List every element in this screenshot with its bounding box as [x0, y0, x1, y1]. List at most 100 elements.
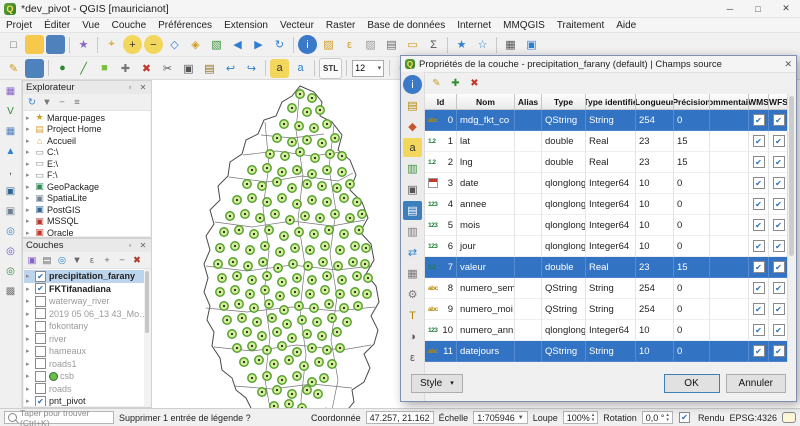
- layer-item-roads[interactable]: ▸roads: [24, 383, 150, 396]
- layer-visibility-checkbox[interactable]: [35, 396, 46, 406]
- wms-checkbox[interactable]: ✔: [753, 261, 765, 273]
- zoom-next-icon[interactable]: ▶: [249, 35, 268, 54]
- menu-vue[interactable]: Vue: [76, 20, 105, 31]
- open-attribute-table-icon[interactable]: ▤: [382, 35, 401, 54]
- locator-search-input[interactable]: Taper pour trouver (Ctrl+K): [4, 411, 114, 424]
- menu-base-de-donn-es[interactable]: Base de données: [361, 20, 451, 31]
- browser-item-project-home[interactable]: ▸▤Project Home: [24, 124, 150, 136]
- menu-internet[interactable]: Internet: [451, 20, 497, 31]
- deselect-features-icon[interactable]: ▨: [361, 35, 380, 54]
- add-vector-layer-icon[interactable]: V: [2, 103, 19, 120]
- zoom-to-layer-icon[interactable]: ▧: [207, 35, 226, 54]
- zoom-last-icon[interactable]: ◀: [228, 35, 247, 54]
- save-layer-edits-icon[interactable]: [25, 59, 44, 78]
- field-row-date[interactable]: 3dateqlonglongInteger64100✔✔: [425, 173, 789, 194]
- field-row-numero-ann[interactable]: 12310numero_annqlonglongInteger64100✔✔: [425, 320, 789, 341]
- select-by-expression-icon[interactable]: ε: [340, 35, 359, 54]
- expand-arrow-icon[interactable]: ▸: [26, 297, 34, 305]
- expand-arrow-icon[interactable]: ▸: [26, 310, 34, 318]
- pan-map-icon[interactable]: ⌖: [102, 35, 121, 54]
- zoom-to-selection-icon[interactable]: ◈: [186, 35, 205, 54]
- paste-features-icon[interactable]: ▤: [200, 59, 219, 78]
- browser-item-e[interactable]: ▸▭E:\: [24, 158, 150, 170]
- rotation-spinbox[interactable]: 0,0 °▴▾: [642, 411, 673, 424]
- render-checkbox[interactable]: [679, 412, 690, 423]
- layer-item-hameaux[interactable]: ▸hameaux: [24, 345, 150, 358]
- wfs-checkbox[interactable]: ✔: [773, 345, 785, 357]
- properties-tab-attributes-form[interactable]: ▥: [403, 222, 422, 241]
- add-point-feature-icon[interactable]: ●: [53, 59, 72, 78]
- open-data-source-manager-icon[interactable]: ▦: [2, 83, 19, 100]
- open-project-icon[interactable]: [25, 35, 44, 54]
- wfs-checkbox[interactable]: ✔: [773, 156, 785, 168]
- font-size-combo[interactable]: 12▾: [352, 60, 384, 77]
- layer-item-waterway-river[interactable]: ▸waterway_river: [24, 295, 150, 308]
- menu-pr-f-rences[interactable]: Préférences: [152, 20, 218, 31]
- close-button[interactable]: ✕: [772, 0, 800, 17]
- table-scrollbar[interactable]: [787, 94, 795, 362]
- style-menu-button[interactable]: Style ▾: [411, 374, 463, 393]
- open-layer-styling-icon[interactable]: ▣: [25, 254, 39, 267]
- close-panel-icon[interactable]: ✕: [138, 241, 148, 250]
- refresh-browser-icon[interactable]: ↻: [25, 96, 39, 109]
- log-messages-icon[interactable]: [782, 412, 796, 423]
- cut-features-icon[interactable]: ✂: [158, 59, 177, 78]
- expand-arrow-icon[interactable]: ▸: [26, 206, 34, 214]
- add-wfs-layer-icon[interactable]: ◎: [2, 263, 19, 280]
- properties-tab-labels[interactable]: a: [403, 138, 422, 157]
- expand-arrow-icon[interactable]: ▸: [26, 183, 34, 191]
- wfs-checkbox[interactable]: ✔: [773, 135, 785, 147]
- wfs-checkbox[interactable]: ✔: [773, 198, 785, 210]
- add-xyz-layer-icon[interactable]: ▩: [2, 283, 19, 300]
- layer-item-fokontany[interactable]: ▸fokontany: [24, 320, 150, 333]
- field-row-jour[interactable]: 1236jourqlonglongInteger64100✔✔: [425, 236, 789, 257]
- browser-item-postgis[interactable]: ▸▣PostGIS: [24, 204, 150, 216]
- expand-arrow-icon[interactable]: ▸: [26, 160, 34, 168]
- field-row-numero-sem[interactable]: abc8numero_semQStringString2540✔✔: [425, 278, 789, 299]
- field-row-mdg-fkt-co[interactable]: abc0mdg_fkt_coQStringString2540✔✔: [425, 110, 789, 131]
- properties-tab-source[interactable]: ▤: [403, 96, 422, 115]
- wms-checkbox[interactable]: ✔: [753, 219, 765, 231]
- add-postgis-layer-icon[interactable]: ▣: [2, 183, 19, 200]
- layer-item-csb[interactable]: ▸csb: [24, 370, 150, 383]
- dialog-close-icon[interactable]: ✕: [784, 59, 792, 70]
- undo-icon[interactable]: ↩: [221, 59, 240, 78]
- field-row-annee[interactable]: 1234anneeqlonglongInteger64100✔✔: [425, 194, 789, 215]
- refresh-map-icon[interactable]: ↻: [270, 35, 289, 54]
- add-delimited-text-layer-icon[interactable]: ,: [2, 163, 19, 180]
- layer-visibility-checkbox[interactable]: [35, 308, 46, 319]
- wms-checkbox[interactable]: ✔: [753, 198, 765, 210]
- wfs-checkbox[interactable]: ✔: [773, 303, 785, 315]
- menu-mmqgis[interactable]: MMQGIS: [497, 20, 551, 31]
- browser-item-spatialite[interactable]: ▸▣SpatiaLite: [24, 193, 150, 205]
- scrollbar-thumb[interactable]: [789, 96, 794, 256]
- menu-traitement[interactable]: Traitement: [551, 20, 610, 31]
- properties-tab-joins[interactable]: ⇄: [403, 243, 422, 262]
- browser-item-marque-pages[interactable]: ▸★Marque-pages: [24, 112, 150, 124]
- filter-legend-icon[interactable]: ▼: [70, 254, 84, 267]
- layer-visibility-checkbox[interactable]: [35, 296, 46, 307]
- wfs-checkbox[interactable]: ✔: [773, 219, 785, 231]
- filter-browser-icon[interactable]: ▼: [40, 96, 54, 109]
- zoom-out-icon[interactable]: −: [144, 35, 163, 54]
- add-wcs-layer-icon[interactable]: ◎: [2, 243, 19, 260]
- expand-arrow-icon[interactable]: ▸: [26, 335, 34, 343]
- column-header-nom[interactable]: Nom: [457, 94, 515, 110]
- browser-item-oracle[interactable]: ▸▣Oracle: [24, 227, 150, 236]
- add-line-feature-icon[interactable]: ╱: [74, 59, 93, 78]
- statistical-summary-icon[interactable]: Σ: [424, 35, 443, 54]
- magnifier-spinbox[interactable]: 100%▴▾: [563, 411, 599, 424]
- new-map-view-icon[interactable]: ▦: [501, 35, 520, 54]
- wms-checkbox[interactable]: ✔: [753, 156, 765, 168]
- layer-item-river[interactable]: ▸river: [24, 333, 150, 346]
- wfs-checkbox[interactable]: ✔: [773, 240, 785, 252]
- expand-arrow-icon[interactable]: ▸: [26, 229, 34, 236]
- add-wms-layer-icon[interactable]: ◎: [2, 223, 19, 240]
- properties-tab-fields[interactable]: ▤: [403, 201, 422, 220]
- properties-tab-information[interactable]: i: [403, 75, 422, 94]
- properties-tab-rendering[interactable]: ◑: [403, 327, 422, 346]
- wms-checkbox[interactable]: ✔: [753, 282, 765, 294]
- expand-arrow-icon[interactable]: ▸: [26, 347, 34, 355]
- wms-checkbox[interactable]: ✔: [753, 240, 765, 252]
- redo-icon[interactable]: ↪: [242, 59, 261, 78]
